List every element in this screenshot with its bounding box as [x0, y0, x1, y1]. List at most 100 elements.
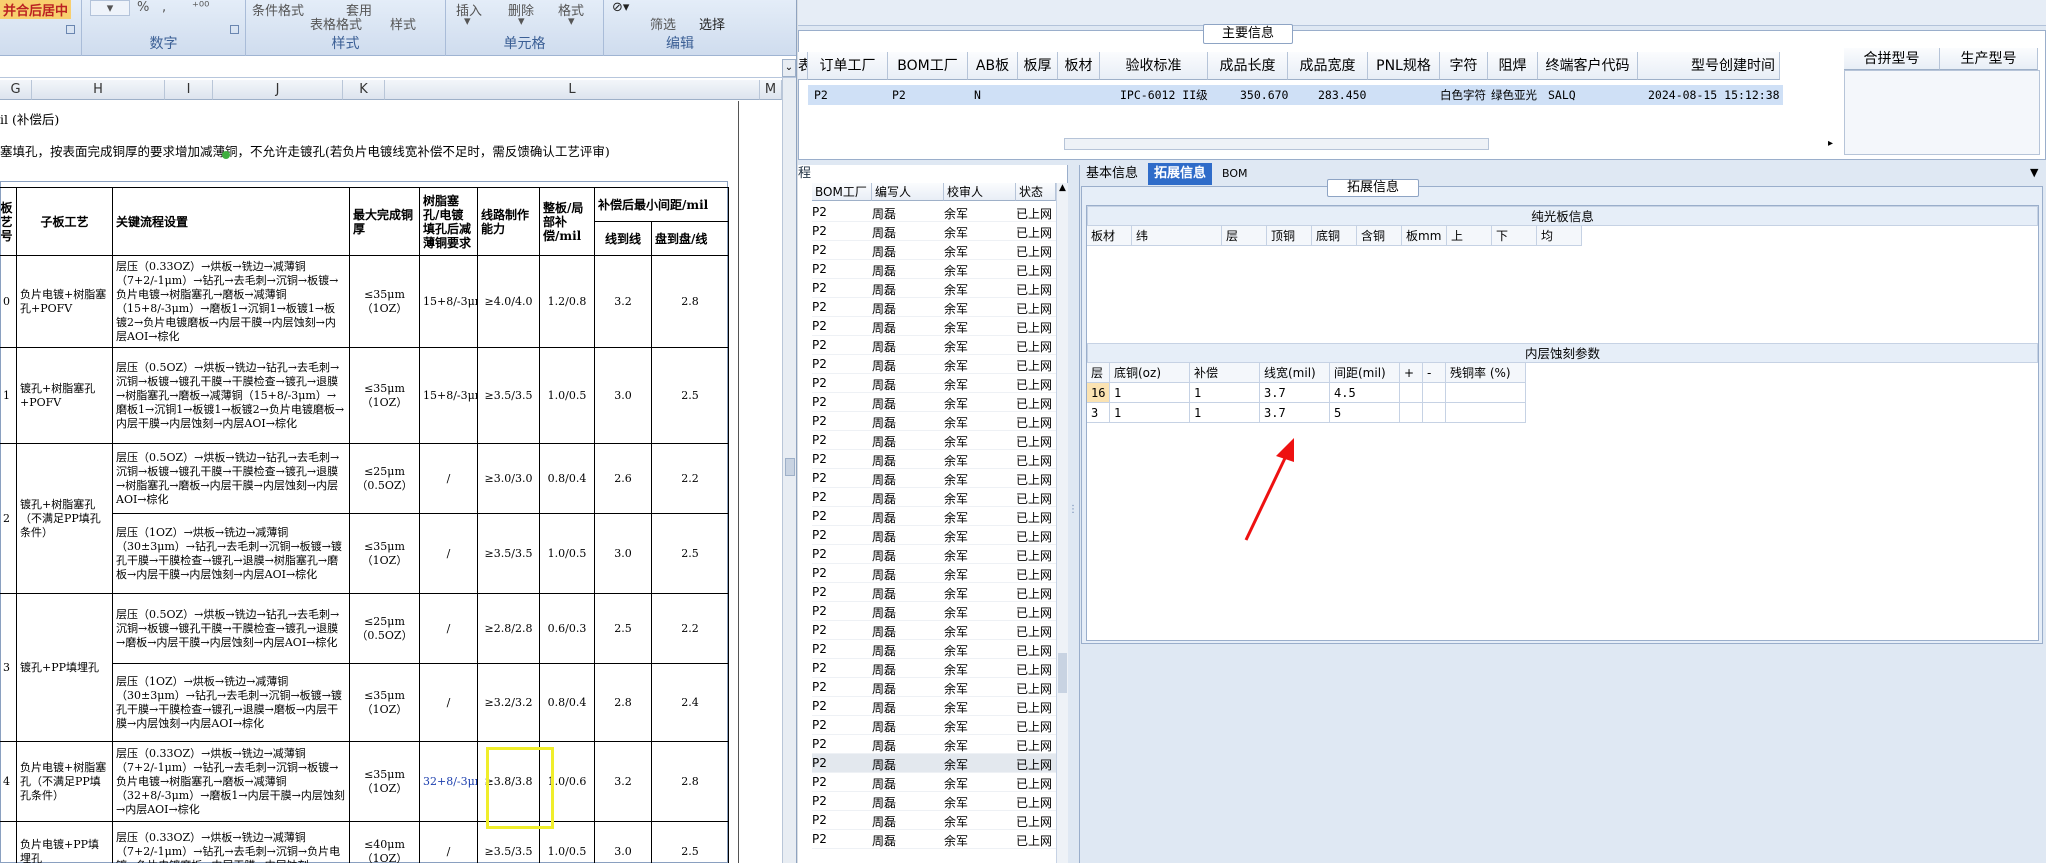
inner-cell-space[interactable]: 5 [1330, 403, 1400, 423]
grid-header[interactable]: 板材 [1058, 52, 1100, 80]
grid-header[interactable]: AB板 [968, 52, 1018, 80]
grid-header[interactable]: 表 [798, 52, 808, 80]
list-item[interactable]: P2 周磊 余军 已上网 [812, 355, 1056, 374]
inner-cell-space[interactable]: 4.5 [1330, 383, 1400, 403]
rotate-handle-icon[interactable] [222, 151, 230, 159]
cell-style-button[interactable]: 样式 [390, 14, 416, 33]
inner-cell-base[interactable]: 1 [1110, 403, 1190, 423]
list-item[interactable]: P2 周磊 余军 已上网 [812, 374, 1056, 393]
tab-basic-info[interactable]: 基本信息 [1080, 163, 1144, 185]
dropdown-icon[interactable]: ▾ [464, 14, 471, 29]
inner-cell-residual[interactable] [1446, 403, 1526, 423]
list-item[interactable]: P2 周磊 余军 已上网 [812, 507, 1056, 526]
list-item[interactable]: P2 周磊 余军 已上网 [812, 583, 1056, 602]
inner-cell-layer[interactable]: 16 [1087, 383, 1110, 403]
percent-button[interactable]: % [137, 0, 149, 15]
inner-cell-layer[interactable]: 3 [1087, 403, 1110, 423]
list-item[interactable]: P2 周磊 余军 已上网 [812, 260, 1056, 279]
column-header[interactable]: G [0, 80, 32, 100]
list-item[interactable]: P2 周磊 余军 已上网 [812, 659, 1056, 678]
list-header[interactable]: 编写人 [872, 183, 944, 201]
list-header[interactable]: BOM工厂 [812, 183, 872, 201]
inner-cell-minus[interactable] [1423, 403, 1446, 423]
list-tab[interactable]: 程 [798, 165, 818, 183]
list-item[interactable]: P2 周磊 余军 已上网 [812, 526, 1056, 545]
vertical-scrollbar[interactable] [782, 78, 796, 863]
list-item[interactable]: P2 周磊 余军 已上网 [812, 412, 1056, 431]
list-item[interactable]: P2 周磊 余军 已上网 [812, 488, 1056, 507]
table-format-button[interactable]: 表格格式 [310, 14, 362, 33]
grid-header[interactable]: 验收标准 [1100, 52, 1208, 80]
list-item[interactable]: P2 周磊 余军 已上网 [812, 279, 1056, 298]
column-header[interactable]: J [213, 80, 343, 100]
list-item[interactable]: P2 周磊 余军 已上网 [812, 241, 1056, 260]
list-item[interactable]: P2 周磊 余军 已上网 [812, 811, 1056, 830]
list-scrollbar[interactable]: ▲ [1056, 183, 1068, 863]
list-item[interactable]: P2 周磊 余军 已上网 [812, 830, 1056, 849]
list-item[interactable]: P2 周磊 余军 已上网 [812, 773, 1056, 792]
scroll-thumb[interactable] [785, 458, 795, 476]
grid-header[interactable]: 成品宽度 [1288, 52, 1368, 80]
formula-bar[interactable] [0, 57, 796, 78]
comma-button[interactable]: , [162, 0, 166, 15]
inner-cell-comp[interactable]: 1 [1190, 383, 1260, 403]
column-header[interactable]: K [343, 80, 385, 100]
conditional-format-button[interactable]: 条件格式 [252, 0, 304, 19]
list-item[interactable]: P2 周磊 余军 已上网 [812, 469, 1056, 488]
column-header[interactable]: I [165, 80, 213, 100]
expand-formula-icon[interactable]: ⌄ [782, 59, 796, 77]
grid-header[interactable]: 阻焊 [1488, 52, 1538, 80]
list-item[interactable]: P2 周磊 余军 已上网 [812, 222, 1056, 241]
grid-header[interactable]: 字符 [1440, 52, 1488, 80]
list-item[interactable]: P2 周磊 余军 已上网 [812, 697, 1056, 716]
horizontal-scrollbar[interactable] [1064, 138, 1489, 150]
list-header[interactable]: 校审人 [944, 183, 1016, 201]
dialog-launcher-icon[interactable] [66, 25, 75, 34]
list-item[interactable]: P2 周磊 余军 已上网 [812, 336, 1056, 355]
tab-extended-info[interactable]: 拓展信息 [1148, 163, 1213, 185]
grid-header[interactable]: 成品长度 [1208, 52, 1288, 80]
scroll-thumb[interactable] [1058, 653, 1067, 693]
list-item[interactable]: P2 周磊 余军 已上网 [812, 678, 1056, 697]
grid-header[interactable]: 板厚 [1018, 52, 1058, 80]
inner-cell-width[interactable]: 3.7 [1260, 383, 1330, 403]
list-header[interactable]: 状态 [1016, 183, 1056, 201]
grid-header[interactable]: 型号创建时间 [1638, 52, 1780, 80]
list-item[interactable]: P2 周磊 余军 已上网 [812, 640, 1056, 659]
merge-center-button[interactable]: 并合后居中 [0, 0, 72, 19]
inner-cell-minus[interactable] [1423, 383, 1446, 403]
inner-cell-plus[interactable] [1400, 383, 1423, 403]
grid-header[interactable]: PNL规格 [1368, 52, 1440, 80]
grid-header[interactable]: 生产型号 [1940, 48, 2038, 70]
list-item[interactable]: P2 周磊 余军 已上网 [812, 450, 1056, 469]
list-item[interactable]: P2 周磊 余军 已上网 [812, 298, 1056, 317]
dropdown-icon[interactable]: ▾ [518, 14, 525, 29]
list-item[interactable]: P2 周磊 余军 已上网 [812, 564, 1056, 583]
column-header[interactable]: M [760, 80, 782, 100]
filter-button[interactable]: 筛选 [650, 14, 676, 33]
grid-header[interactable]: 订单工厂 [808, 52, 888, 80]
collapse-icon[interactable]: ▼ [2030, 166, 2038, 179]
dialog-launcher-icon[interactable] [230, 25, 239, 34]
grid-header[interactable]: 合拼型号 [1844, 48, 1940, 70]
inner-cell-width[interactable]: 3.7 [1260, 403, 1330, 423]
clear-icon[interactable]: ⊘▾ [612, 0, 629, 15]
list-item[interactable]: P2 周磊 余军 已上网 [812, 621, 1056, 640]
inner-cell-comp[interactable]: 1 [1190, 403, 1260, 423]
list-item[interactable]: P2 周磊 余军 已上网 [812, 792, 1056, 811]
list-item[interactable]: P2 周磊 余军 已上网 [812, 317, 1056, 336]
list-item[interactable]: P2 周磊 余军 已上网 [812, 602, 1056, 621]
scroll-up-icon[interactable]: ▲ [1057, 183, 1068, 195]
list-item[interactable]: P2 周磊 余军 已上网 [812, 754, 1056, 773]
grid-header[interactable]: BOM工厂 [888, 52, 968, 80]
column-header[interactable]: L [385, 80, 760, 100]
currency-button[interactable]: ▾ [90, 0, 130, 16]
dropdown-icon[interactable]: ▾ [568, 14, 575, 29]
grid-header[interactable]: 终端客户代码 [1538, 52, 1638, 80]
inner-cell-plus[interactable] [1400, 403, 1423, 423]
list-item[interactable]: P2 周磊 余军 已上网 [812, 735, 1056, 754]
tab-bom[interactable]: BOM [1216, 163, 1254, 185]
scroll-right-icon[interactable]: ▸ [1828, 138, 1840, 150]
increase-decimal-icon[interactable]: ⁺⁰⁰ [192, 0, 209, 15]
list-item[interactable]: P2 周磊 余军 已上网 [812, 431, 1056, 450]
